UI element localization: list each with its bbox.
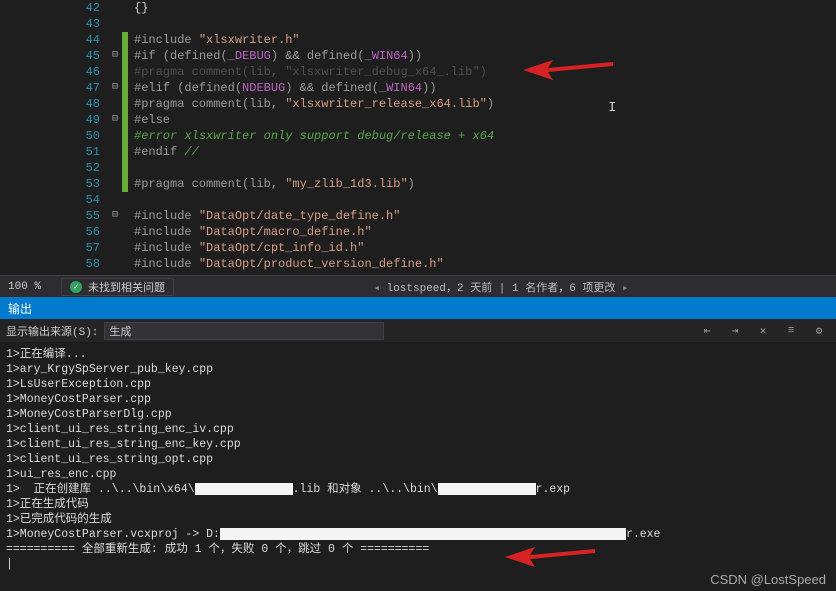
output-line: 1> 正在创建库 ..\..\bin\x64\.lib 和对象 ..\..\bi… <box>6 482 830 497</box>
output-line: 1>正在生成代码 <box>6 497 830 512</box>
code-line[interactable]: {} <box>134 0 836 16</box>
zoom-level[interactable]: 100 % <box>8 281 41 293</box>
output-line: 1>ary_KrgySpServer_pub_key.cpp <box>6 362 830 377</box>
issues-text: 未找到相关问题 <box>88 279 165 295</box>
output-line: ========== 全部重新生成: 成功 1 个，失败 0 个，跳过 0 个 … <box>6 542 830 557</box>
code-editor[interactable]: 424344454647484950515253545556575859 ⊟⊟⊟… <box>0 0 836 275</box>
issues-indicator[interactable]: ✓ 未找到相关问题 <box>61 278 174 296</box>
output-panel-header[interactable]: 输出 <box>0 297 836 319</box>
editor-statusbar: 100 % ✓ 未找到相关问题 ◂ lostspeed，2 天前 | 1 名作者… <box>0 275 836 297</box>
output-line: 1>MoneyCostParser.vcxproj -> D:r.exe <box>6 527 830 542</box>
code-line[interactable]: #if (defined(_DEBUG) && defined(_WIN64)) <box>134 48 836 64</box>
code-line[interactable]: #include "DataOpt/cpt_info_id.h" <box>134 240 836 256</box>
panel-title: 输出 <box>8 300 32 317</box>
output-line: 1>MoneyCostParser.cpp <box>6 392 830 407</box>
code-line[interactable]: #error xlsxwriter only support debug/rel… <box>134 128 836 144</box>
code-line[interactable]: #include "DataOpt/date_type_define.h" <box>134 208 836 224</box>
code-line[interactable] <box>134 16 836 32</box>
output-line: 1>client_ui_res_string_opt.cpp <box>6 452 830 467</box>
code-line[interactable] <box>134 272 836 275</box>
output-line: 1>已完成代码的生成 <box>6 512 830 527</box>
code-line[interactable]: #include "DataOpt/macro_define.h" <box>134 224 836 240</box>
output-line: 1>MoneyCostParserDlg.cpp <box>6 407 830 422</box>
output-line: 1>LsUserException.cpp <box>6 377 830 392</box>
clear-icon[interactable]: ✕ <box>752 322 774 340</box>
code-area[interactable]: I {} #include "xlsxwriter.h"#if (defined(… <box>128 0 836 275</box>
settings-icon[interactable]: ⚙ <box>808 322 830 340</box>
code-line[interactable]: #pragma comment(lib, "xlsxwriter_debug_x… <box>134 64 836 80</box>
code-line[interactable] <box>134 192 836 208</box>
output-toolbar: 显示输出来源(S): 生成 ⇤ ⇥ ✕ ≡ ⚙ <box>0 319 836 343</box>
text-cursor: I <box>608 100 616 116</box>
output-line: 1>ui_res_enc.cpp <box>6 467 830 482</box>
code-line[interactable]: #endif // <box>134 144 836 160</box>
indent-left-icon[interactable]: ⇤ <box>696 322 718 340</box>
indent-right-icon[interactable]: ⇥ <box>724 322 746 340</box>
output-line: | <box>6 557 830 572</box>
output-line: 1>client_ui_res_string_enc_key.cpp <box>6 437 830 452</box>
output-source-select[interactable]: 生成 <box>104 322 384 340</box>
output-body[interactable]: 1>正在编译...1>ary_KrgySpServer_pub_key.cpp1… <box>0 343 836 591</box>
gutter <box>0 0 68 275</box>
fold-column[interactable]: ⊟⊟⊟⊟ <box>108 0 122 275</box>
line-numbers: 424344454647484950515253545556575859 <box>68 0 108 275</box>
code-line[interactable]: #pragma comment(lib, "my_zlib_1d3.lib") <box>134 176 836 192</box>
watermark: CSDN @LostSpeed <box>710 572 826 587</box>
code-line[interactable]: #pragma comment(lib, "xlsxwriter_release… <box>134 96 836 112</box>
code-line[interactable]: #else <box>134 112 836 128</box>
code-line[interactable]: #include "xlsxwriter.h" <box>134 32 836 48</box>
code-line[interactable]: #elif (defined(NDEBUG) && defined(_WIN64… <box>134 80 836 96</box>
code-line[interactable] <box>134 160 836 176</box>
check-icon: ✓ <box>70 281 82 293</box>
output-line: 1>client_ui_res_string_enc_iv.cpp <box>6 422 830 437</box>
blame-info[interactable]: ◂ lostspeed，2 天前 | 1 名作者，6 项更改 ▸ <box>174 279 828 295</box>
output-line: 1>正在编译... <box>6 347 830 362</box>
output-source-label: 显示输出来源(S): <box>6 323 98 339</box>
wrap-icon[interactable]: ≡ <box>780 322 802 340</box>
code-line[interactable]: #include "DataOpt/product_version_define… <box>134 256 836 272</box>
